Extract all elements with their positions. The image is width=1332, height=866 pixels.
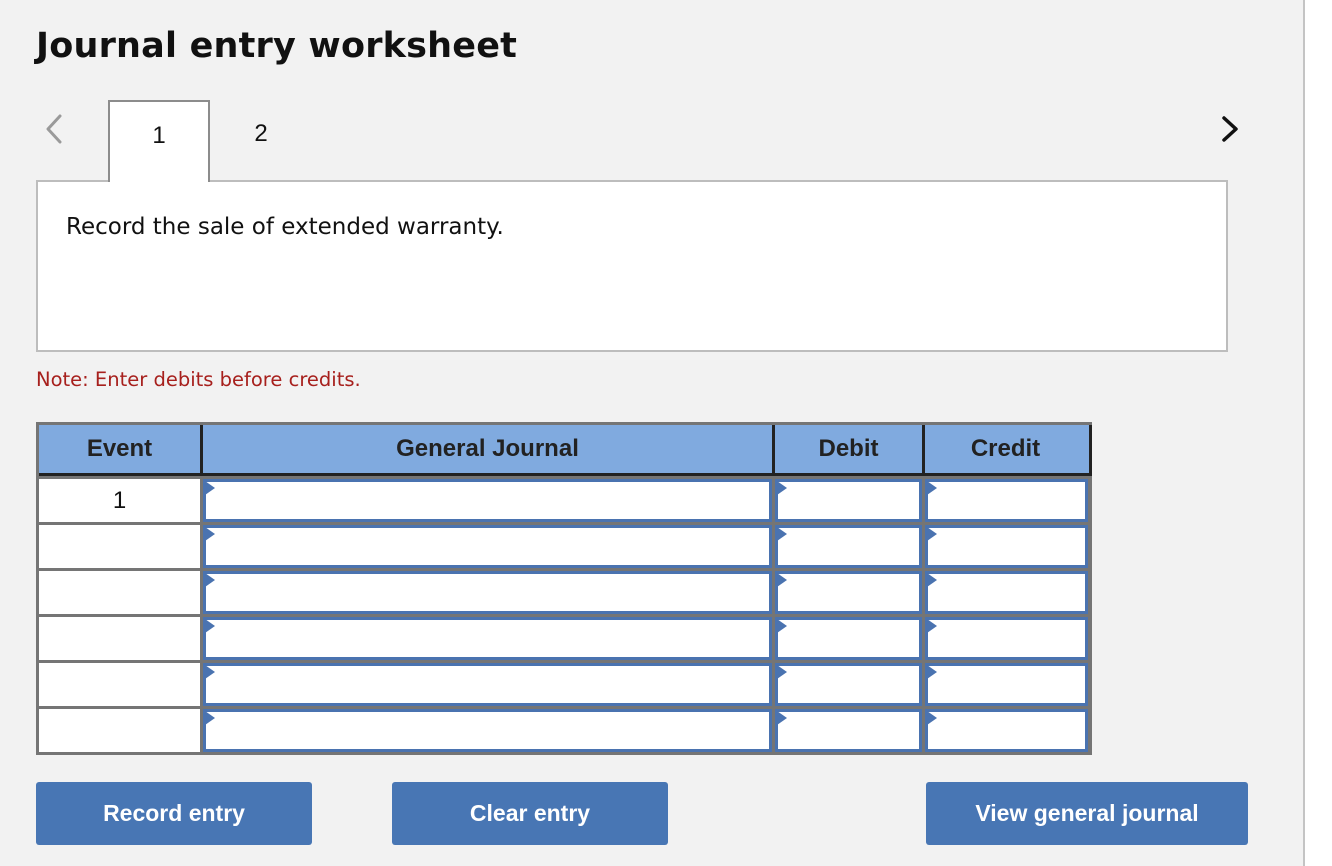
view-general-journal-button[interactable]: View general journal	[926, 782, 1248, 845]
table-row	[39, 660, 1092, 706]
header-debit: Debit	[775, 425, 925, 473]
worksheet-panel: Journal entry worksheet 1 2 Record the s…	[0, 0, 1305, 866]
credit-input[interactable]	[925, 663, 1088, 706]
account-select[interactable]	[203, 479, 772, 522]
credit-input[interactable]	[925, 617, 1088, 660]
chevron-right-icon	[1222, 116, 1238, 142]
dropdown-marker-icon	[777, 711, 787, 725]
account-select[interactable]	[203, 525, 772, 568]
account-select[interactable]	[203, 571, 772, 614]
dropdown-marker-icon	[927, 665, 937, 679]
dropdown-marker-icon	[205, 665, 215, 679]
table-row: 1	[39, 476, 1092, 522]
account-select[interactable]	[203, 709, 772, 752]
instruction-text: Record the sale of extended warranty.	[66, 214, 504, 240]
next-tab-button[interactable]	[1216, 112, 1244, 146]
header-general-journal: General Journal	[203, 425, 775, 473]
journal-table: Event General Journal Debit Credit 1	[36, 422, 1092, 755]
header-credit: Credit	[970, 435, 1041, 462]
event-cell	[39, 571, 203, 614]
credit-input[interactable]	[925, 525, 1088, 568]
debit-input[interactable]	[775, 571, 922, 614]
credit-input[interactable]	[925, 479, 1088, 522]
dropdown-marker-icon	[205, 619, 215, 633]
dropdown-marker-icon	[205, 573, 215, 587]
tab-1[interactable]: 1	[108, 100, 210, 182]
table-row	[39, 568, 1092, 614]
dropdown-marker-icon	[777, 665, 787, 679]
tab-2[interactable]: 2	[210, 100, 312, 182]
credit-input[interactable]	[925, 571, 1088, 614]
event-cell	[39, 525, 203, 568]
dropdown-marker-icon	[927, 481, 937, 495]
page-title: Journal entry worksheet	[36, 26, 518, 66]
clear-entry-button[interactable]: Clear entry	[392, 782, 668, 845]
event-cell	[39, 617, 203, 660]
debit-input[interactable]	[775, 709, 922, 752]
dropdown-marker-icon	[777, 573, 787, 587]
event-cell	[39, 663, 203, 706]
tab-label: 1	[152, 122, 166, 149]
debit-input[interactable]	[775, 525, 922, 568]
dropdown-marker-icon	[205, 711, 215, 725]
dropdown-marker-icon	[205, 481, 215, 495]
note-text: Note: Enter debits before credits.	[36, 368, 361, 391]
dropdown-marker-icon	[927, 527, 937, 541]
dropdown-marker-icon	[777, 527, 787, 541]
credit-input[interactable]	[925, 709, 1088, 752]
dropdown-marker-icon	[777, 481, 787, 495]
instruction-box: Record the sale of extended warranty.	[36, 180, 1228, 352]
event-cell	[39, 709, 203, 752]
table-row	[39, 614, 1092, 660]
dropdown-marker-icon	[927, 711, 937, 725]
dropdown-marker-icon	[205, 527, 215, 541]
chevron-left-icon	[46, 114, 62, 144]
dropdown-marker-icon	[777, 619, 787, 633]
debit-input[interactable]	[775, 617, 922, 660]
dropdown-marker-icon	[927, 619, 937, 633]
table-row	[39, 522, 1092, 568]
record-entry-button[interactable]: Record entry	[36, 782, 312, 845]
table-header: Event General Journal Debit Credit	[39, 425, 1092, 476]
dropdown-marker-icon	[927, 573, 937, 587]
previous-tab-button[interactable]	[40, 112, 68, 146]
table-row	[39, 706, 1092, 752]
tab-label: 2	[254, 120, 268, 147]
header-event: Event	[39, 425, 203, 473]
account-select[interactable]	[203, 663, 772, 706]
debit-input[interactable]	[775, 479, 922, 522]
debit-input[interactable]	[775, 663, 922, 706]
account-select[interactable]	[203, 617, 772, 660]
event-cell: 1	[39, 479, 203, 522]
